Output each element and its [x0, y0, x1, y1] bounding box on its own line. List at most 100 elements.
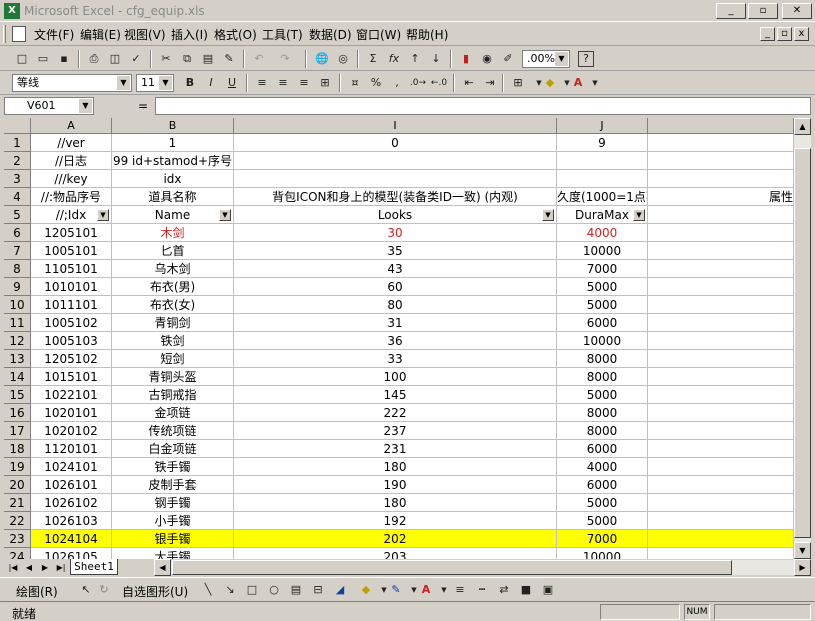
column-header-k[interactable]: [648, 118, 794, 134]
cell-k-row-12[interactable]: [648, 332, 794, 350]
cell-a-row-16[interactable]: 1020101: [31, 404, 112, 422]
excel-icon[interactable]: X: [4, 3, 20, 19]
sort-ascending-icon[interactable]: ↑: [405, 50, 425, 68]
row-header[interactable]: 5: [4, 206, 31, 224]
cell-k-row-6[interactable]: [648, 224, 794, 242]
cell-k-row-21[interactable]: [648, 494, 794, 512]
cell-a-row-18[interactable]: 1120101: [31, 440, 112, 458]
cell-k-row-1[interactable]: [648, 134, 794, 152]
scroll-down-icon[interactable]: ▼: [794, 542, 811, 559]
wordart-icon[interactable]: ⊟: [308, 581, 328, 599]
comma-button[interactable]: ,: [387, 74, 407, 92]
menu-format[interactable]: 格式(O): [214, 26, 257, 43]
cell-j-row-9[interactable]: 5000: [557, 278, 648, 296]
row-header[interactable]: 23: [4, 530, 31, 548]
cell-i-row-22[interactable]: 192: [234, 512, 557, 530]
cell-a-row-11[interactable]: 1005102: [31, 314, 112, 332]
row-header[interactable]: 11: [4, 314, 31, 332]
cell-i-row-8[interactable]: 43: [234, 260, 557, 278]
borders-icon[interactable]: ⊞: [508, 74, 528, 92]
cell-j-row-24[interactable]: 10000: [557, 548, 648, 559]
cell-j-row-4[interactable]: 久度(1000=1点不: [557, 188, 648, 206]
cell-k-row-20[interactable]: [648, 476, 794, 494]
cell-i-row-15[interactable]: 145: [234, 386, 557, 404]
align-right-icon[interactable]: ≡: [294, 74, 314, 92]
sort-descending-icon[interactable]: ↓: [426, 50, 446, 68]
cell-b-row-13[interactable]: 短剑: [112, 350, 234, 368]
cell-j-row-12[interactable]: 10000: [557, 332, 648, 350]
menu-insert[interactable]: 插入(I): [171, 26, 208, 43]
chevron-down-icon[interactable]: ▼: [79, 99, 92, 113]
cell-i-row-5[interactable]: Looks: [234, 206, 557, 224]
cell-j-row-19[interactable]: 4000: [557, 458, 648, 476]
cell-j-row-13[interactable]: 8000: [557, 350, 648, 368]
cell-i-row-21[interactable]: 180: [234, 494, 557, 512]
cell-j-row-3[interactable]: [557, 170, 648, 188]
formula-input[interactable]: [155, 97, 811, 115]
cell-b-row-20[interactable]: 皮制手套: [112, 476, 234, 494]
redo-icon[interactable]: ↷: [275, 50, 295, 68]
cell-i-row-7[interactable]: 35: [234, 242, 557, 260]
cell-k-row-9[interactable]: [648, 278, 794, 296]
first-sheet-icon[interactable]: |◀: [6, 560, 20, 575]
minimize-button[interactable]: _: [716, 3, 746, 19]
cell-a-row-7[interactable]: 1005101: [31, 242, 112, 260]
cell-k-row-7[interactable]: [648, 242, 794, 260]
row-header[interactable]: 20: [4, 476, 31, 494]
row-header[interactable]: 6: [4, 224, 31, 242]
undo-icon[interactable]: ↶: [249, 50, 269, 68]
cell-a-row-17[interactable]: 1020102: [31, 422, 112, 440]
cell-i-row-24[interactable]: 203: [234, 548, 557, 559]
print-preview-icon[interactable]: ◫: [105, 50, 125, 68]
row-header[interactable]: 17: [4, 422, 31, 440]
cell-b-row-16[interactable]: 金项链: [112, 404, 234, 422]
cell-j-row-16[interactable]: 8000: [557, 404, 648, 422]
cell-a-row-13[interactable]: 1205102: [31, 350, 112, 368]
cell-b-row-18[interactable]: 白金项链: [112, 440, 234, 458]
row-header[interactable]: 22: [4, 512, 31, 530]
cell-i-row-23[interactable]: 202: [234, 530, 557, 548]
row-header[interactable]: 8: [4, 260, 31, 278]
row-header[interactable]: 16: [4, 404, 31, 422]
autosum-icon[interactable]: Σ: [363, 50, 383, 68]
underline-button[interactable]: U: [222, 74, 242, 92]
autoshapes-menu[interactable]: 自选图形(U): [122, 583, 188, 600]
row-header[interactable]: 2: [4, 152, 31, 170]
sheet-tab-sheet1[interactable]: Sheet1: [70, 559, 118, 575]
cell-i-row-13[interactable]: 33: [234, 350, 557, 368]
column-header-i[interactable]: I: [234, 118, 557, 134]
cell-b-row-21[interactable]: 钢手镯: [112, 494, 234, 512]
paste-icon[interactable]: ▤: [198, 50, 218, 68]
cell-b-row-7[interactable]: 匕首: [112, 242, 234, 260]
cell-b-row-1[interactable]: 1: [112, 134, 234, 152]
cell-b-row-6[interactable]: 木剑: [112, 224, 234, 242]
cell-i-row-19[interactable]: 180: [234, 458, 557, 476]
menu-file[interactable]: 文件(F): [34, 26, 74, 43]
cell-a-row-22[interactable]: 1026103: [31, 512, 112, 530]
cell-b-row-22[interactable]: 小手镯: [112, 512, 234, 530]
row-header[interactable]: 15: [4, 386, 31, 404]
cell-i-row-17[interactable]: 237: [234, 422, 557, 440]
cell-a-row-12[interactable]: 1005103: [31, 332, 112, 350]
cell-b-row-23[interactable]: 银手镯: [112, 530, 234, 548]
arrow-style-icon[interactable]: ⇄: [494, 581, 514, 599]
cell-k-row-16[interactable]: [648, 404, 794, 422]
clipart-icon[interactable]: ◢: [330, 581, 350, 599]
cut-icon[interactable]: ✂: [156, 50, 176, 68]
cell-b-row-19[interactable]: 铁手镯: [112, 458, 234, 476]
arrow-icon[interactable]: ↘: [220, 581, 240, 599]
web-toolbar-icon[interactable]: ◎: [333, 50, 353, 68]
cell-j-row-7[interactable]: 10000: [557, 242, 648, 260]
row-header[interactable]: 12: [4, 332, 31, 350]
cell-a-row-14[interactable]: 1015101: [31, 368, 112, 386]
column-header-a[interactable]: A: [31, 118, 112, 134]
workbook-icon[interactable]: [12, 26, 26, 42]
cell-b-row-5[interactable]: Name: [112, 206, 234, 224]
cell-i-row-12[interactable]: 36: [234, 332, 557, 350]
dash-style-icon[interactable]: ┅: [472, 581, 492, 599]
cell-i-row-2[interactable]: [234, 152, 557, 170]
cell-i-row-6[interactable]: 30: [234, 224, 557, 242]
row-header[interactable]: 4: [4, 188, 31, 206]
cell-k-row-24[interactable]: [648, 548, 794, 559]
doc-restore-button[interactable]: ▫: [777, 27, 792, 41]
